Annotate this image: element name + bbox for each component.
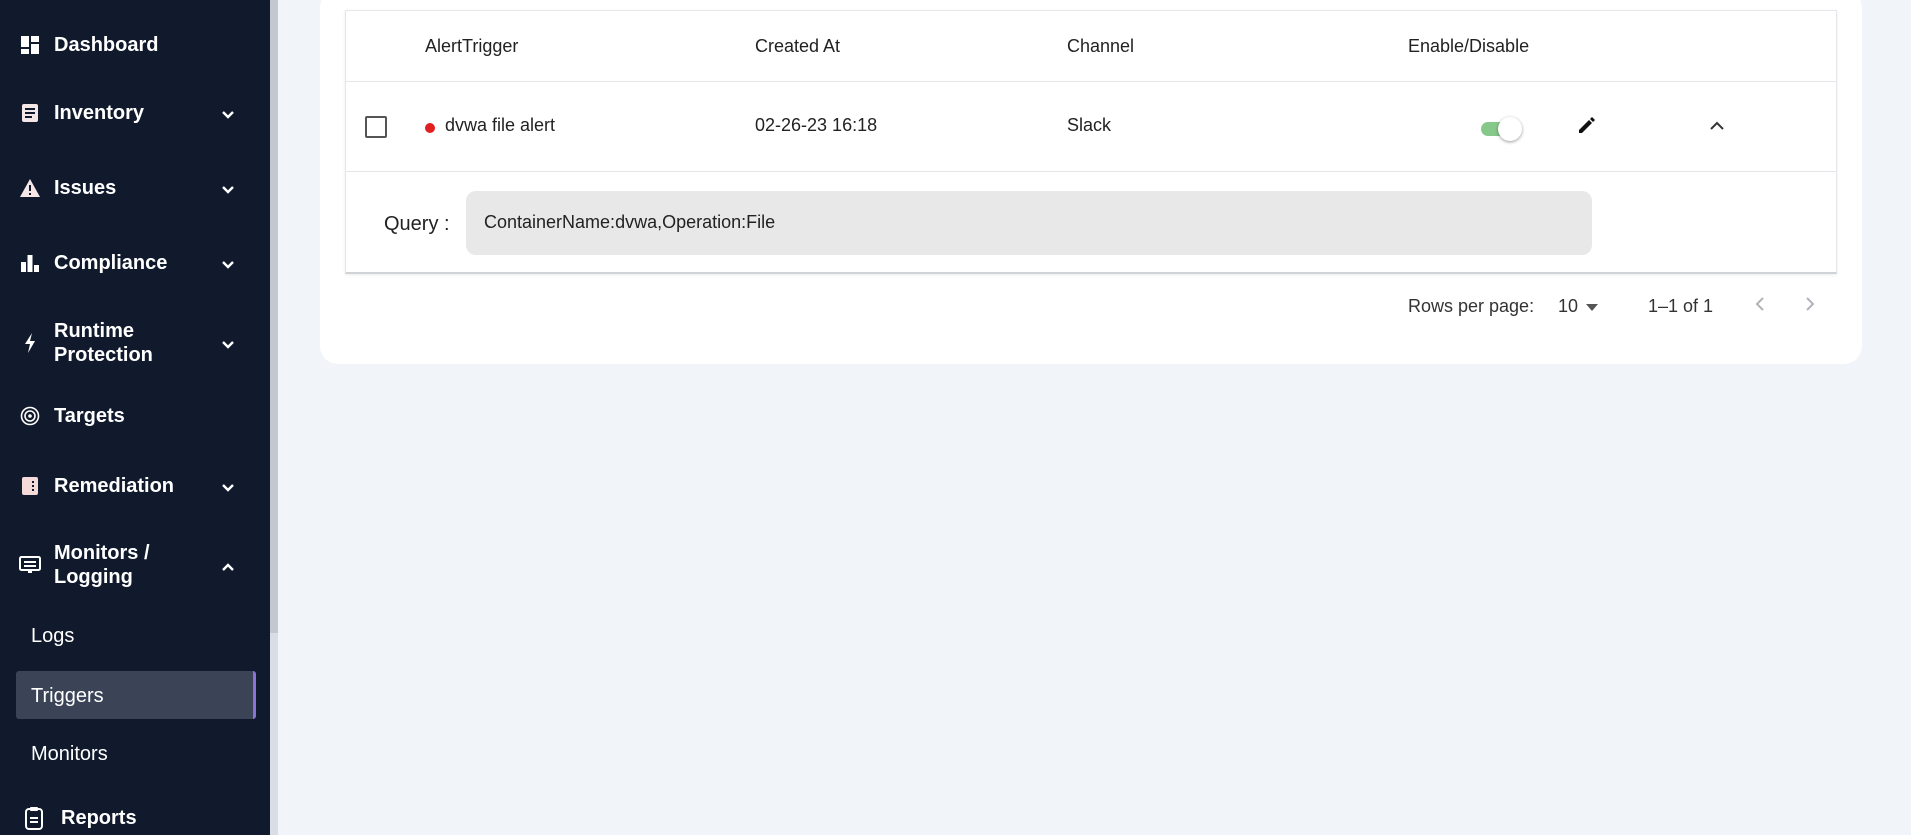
edit-button[interactable]: [1572, 112, 1602, 142]
next-page-button[interactable]: [1795, 291, 1825, 321]
sidebar-item-issues[interactable]: Issues: [0, 174, 270, 202]
target-icon: [18, 404, 42, 428]
sidebar-item-label: Monitors /: [54, 542, 150, 564]
column-header-channel[interactable]: Channel: [1067, 36, 1134, 57]
sidebar-item-label: Runtime: [54, 320, 134, 342]
column-header-created-at[interactable]: Created At: [755, 36, 840, 57]
rows-per-page-label: Rows per page:: [1408, 296, 1535, 316]
sidebar-item-label: Logging: [54, 566, 133, 588]
rows-per-page-select[interactable]: 10: [1558, 293, 1604, 321]
row-select-checkbox[interactable]: [365, 116, 387, 138]
chevron-right-icon: [1805, 296, 1815, 317]
chevron-down-icon: [216, 178, 240, 202]
previous-page-button[interactable]: [1745, 291, 1775, 321]
query-label: Query :: [384, 213, 450, 235]
sidebar-item-label: Dashboard: [54, 34, 159, 56]
sidebar-item-reports[interactable]: Reports: [0, 804, 270, 832]
remediation-icon: [18, 474, 42, 498]
header-divider: [346, 81, 1836, 82]
query-box: ContainerName:dvwa,Operation:File: [466, 191, 1592, 255]
channel-value: Slack: [1067, 115, 1112, 135]
sidebar-item-remediation[interactable]: Remediation: [0, 472, 270, 500]
sidebar-subitem-label: Triggers: [31, 685, 104, 707]
chevron-down-icon: [216, 103, 240, 127]
chevron-down-icon: [216, 253, 240, 277]
sidebar-item-dashboard[interactable]: Dashboard: [0, 31, 270, 59]
sidebar-subitem-logs[interactable]: Logs: [16, 611, 256, 659]
column-header-enable-disable[interactable]: Enable/Disable: [1408, 36, 1529, 57]
sidebar-item-label: Compliance: [54, 252, 168, 274]
sidebar-item-monitors-logging[interactable]: Monitors / Logging: [0, 540, 270, 590]
sidebar-item-label: Inventory: [54, 102, 145, 124]
sidebar-scrollbar-thumb[interactable]: [270, 0, 278, 633]
rows-per-page-value: 10: [1558, 296, 1579, 316]
sidebar-subitem-label: Logs: [31, 625, 75, 647]
row-divider: [346, 171, 1836, 172]
sidebar-item-targets[interactable]: Targets: [0, 402, 270, 430]
sidebar-item-runtime-protection[interactable]: Runtime Protection: [0, 318, 270, 368]
dashboard-icon: [18, 33, 42, 57]
monitor-icon: [18, 553, 42, 577]
sidebar-item-label: Remediation: [54, 475, 175, 497]
lightning-icon: [18, 331, 42, 355]
pagination-range: 1–1 of 1: [1648, 296, 1714, 316]
sidebar: Dashboard Inventory Issues Compliance Ru…: [0, 0, 270, 835]
chevron-left-icon: [1755, 296, 1765, 317]
warning-icon: [18, 176, 42, 200]
collapse-row-button[interactable]: [1702, 112, 1732, 142]
sidebar-item-label: Reports: [61, 807, 137, 829]
sidebar-item-label: Targets: [54, 405, 125, 427]
created-at-value: 02-26-23 16:18: [755, 115, 878, 135]
sidebar-item-label: Protection: [54, 344, 153, 366]
status-dot: [425, 123, 435, 133]
triggers-table: AlertTrigger Created At Channel Enable/D…: [345, 10, 1837, 274]
sidebar-item-compliance[interactable]: Compliance: [0, 249, 270, 277]
sidebar-item-label: Issues: [54, 177, 117, 199]
chevron-up-icon: [1709, 118, 1725, 136]
sidebar-item-inventory[interactable]: Inventory: [0, 99, 270, 127]
sidebar-subitem-triggers[interactable]: Triggers: [16, 671, 256, 719]
caret-down-icon: [1586, 304, 1598, 311]
sidebar-subitem-monitors[interactable]: Monitors: [16, 729, 256, 777]
alert-trigger-name: dvwa file alert: [445, 115, 556, 135]
enable-toggle[interactable]: [1477, 115, 1529, 141]
chevron-down-icon: [216, 333, 240, 357]
column-header-alert-trigger[interactable]: AlertTrigger: [425, 36, 518, 57]
clipboard-icon: [22, 806, 46, 830]
pencil-icon: [1577, 115, 1597, 140]
query-text: ContainerName:dvwa,Operation:File: [484, 212, 776, 232]
chevron-up-icon: [216, 555, 240, 579]
toggle-knob: [1498, 117, 1522, 141]
bar-chart-icon: [18, 251, 42, 275]
inventory-icon: [18, 101, 42, 125]
sidebar-subitem-label: Monitors: [31, 743, 108, 765]
chevron-down-icon: [216, 476, 240, 500]
